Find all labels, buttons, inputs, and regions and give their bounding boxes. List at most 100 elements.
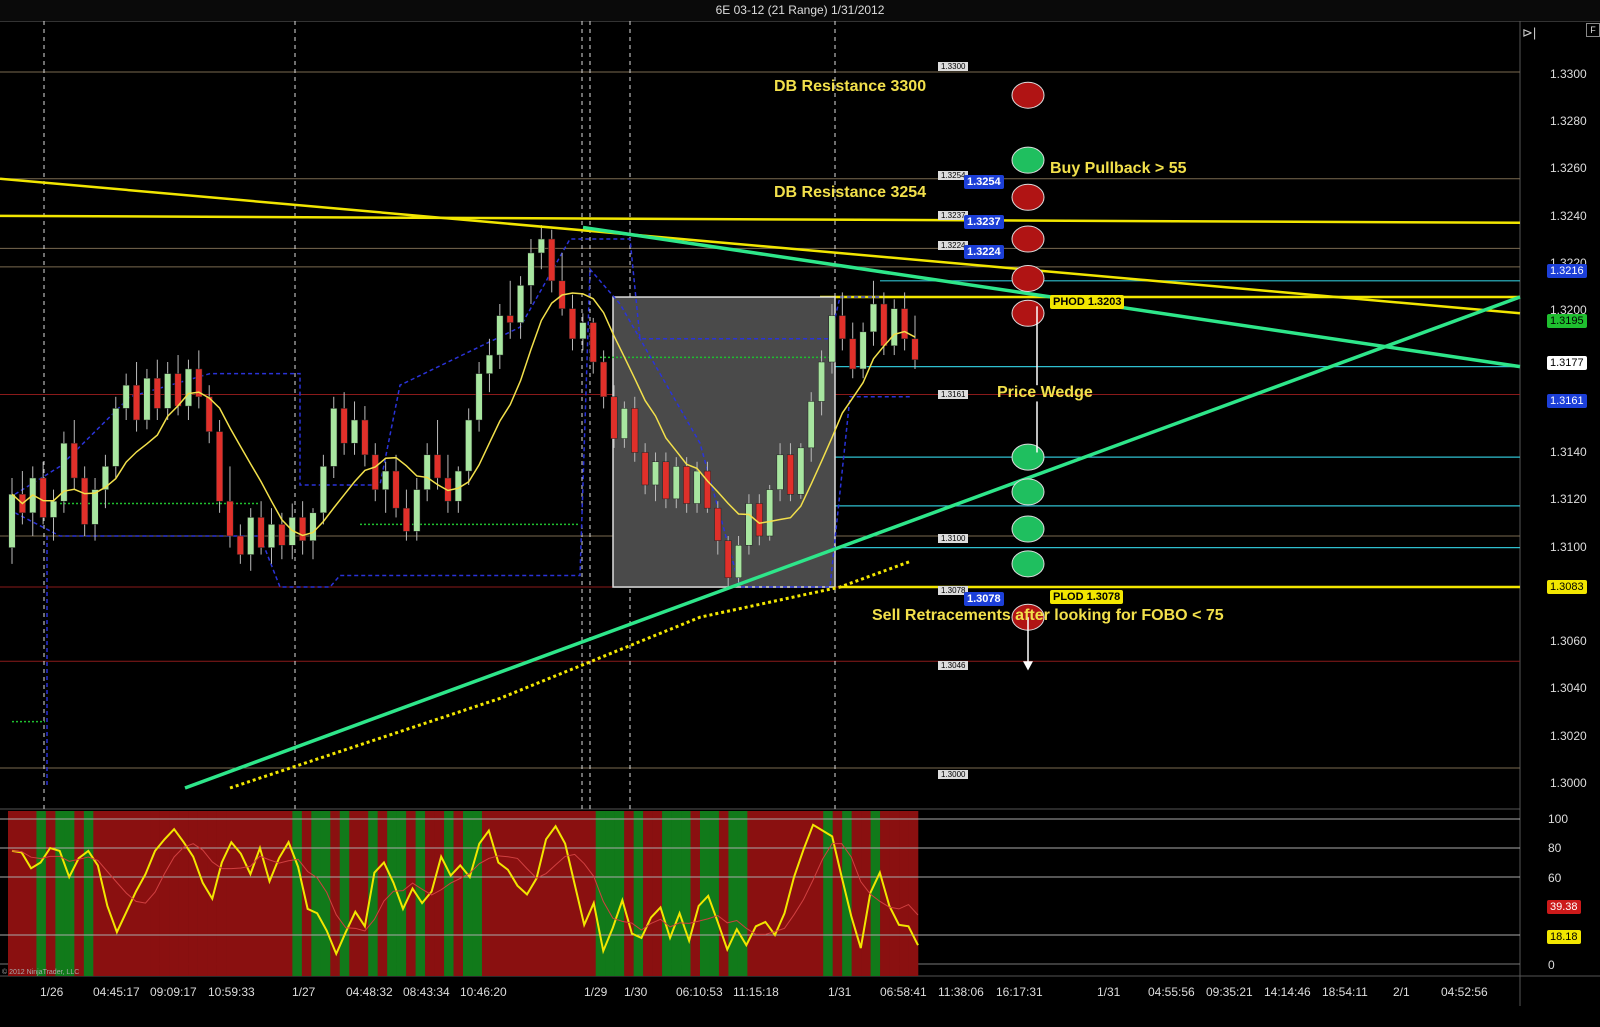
arrow-head xyxy=(1023,661,1033,671)
candle-body xyxy=(735,545,743,579)
scroll-to-end-icon[interactable]: ⊳| xyxy=(1522,25,1536,41)
candle-body xyxy=(184,368,192,407)
histogram-bar xyxy=(643,811,653,976)
histogram-bar xyxy=(908,811,919,976)
histogram-bar xyxy=(662,811,672,976)
candle-body xyxy=(133,384,141,421)
candle-body xyxy=(330,408,338,467)
time-tick: 04:45:17 xyxy=(93,985,140,999)
price-tick: 1.3120 xyxy=(1550,492,1587,506)
candle-body xyxy=(641,452,649,486)
range-box xyxy=(612,296,836,588)
annotation-db-resistance-3300: DB Resistance 3300 xyxy=(774,78,927,95)
time-tick: 1/27 xyxy=(292,985,316,999)
histogram-bar xyxy=(889,811,900,976)
candle-body xyxy=(143,377,151,421)
signal-circle xyxy=(1011,550,1045,578)
candle-body xyxy=(849,338,857,370)
histogram-bar xyxy=(842,811,852,976)
price-flag: 1.3161 xyxy=(1547,394,1587,408)
time-tick: 06:58:41 xyxy=(880,985,927,999)
level-label: 1.3300 xyxy=(938,62,969,71)
histogram-bar xyxy=(8,811,18,976)
histogram-bar xyxy=(197,811,208,976)
level-label: 1.3161 xyxy=(938,390,969,399)
candle-body xyxy=(672,466,680,500)
candle-body xyxy=(766,489,774,537)
price-flag: 1.3083 xyxy=(1547,580,1587,594)
histogram-bar xyxy=(226,811,236,976)
histogram-bar xyxy=(263,811,274,976)
osc-tick: 60 xyxy=(1548,871,1562,885)
histogram-bar xyxy=(510,811,521,976)
histogram-bar xyxy=(368,811,378,976)
price-chart[interactable] xyxy=(0,21,1600,1027)
histogram-bar xyxy=(737,811,748,976)
histogram-bar xyxy=(93,811,104,976)
histogram-bar xyxy=(614,811,625,976)
candle-body xyxy=(703,470,711,509)
histogram-bar xyxy=(557,811,568,976)
histogram-bar xyxy=(17,811,28,976)
blue-level-label: 1.3224 xyxy=(964,245,1004,259)
osc-tick: 0 xyxy=(1548,958,1555,972)
level-label: 1.3000 xyxy=(938,770,969,779)
annotation-db-resistance-3254: DB Resistance 3254 xyxy=(774,184,927,201)
histogram-bar xyxy=(216,811,227,976)
candle-body xyxy=(901,308,909,340)
candle-body xyxy=(537,238,545,254)
consolidation-box xyxy=(612,296,836,588)
candle-body xyxy=(247,517,255,555)
histogram-bar xyxy=(756,811,767,976)
histogram-bar xyxy=(586,811,597,976)
candle-body xyxy=(797,447,805,495)
osc-flag: 39.38 xyxy=(1547,900,1581,914)
candle-body xyxy=(319,466,327,514)
candle-body xyxy=(527,252,535,286)
histogram-bar xyxy=(349,811,360,976)
signal-circle xyxy=(1011,515,1045,543)
price-tick: 1.3280 xyxy=(1550,114,1587,128)
candle-body xyxy=(620,408,628,439)
osc-flag: 18.18 xyxy=(1547,930,1581,944)
histogram-bar xyxy=(36,811,47,976)
blue-level-label: 1.3254 xyxy=(964,175,1004,189)
time-tick: 1/31 xyxy=(1097,985,1121,999)
candle-body xyxy=(517,285,525,323)
candle-body xyxy=(402,507,410,532)
float-panel-button[interactable]: F xyxy=(1586,23,1600,37)
candle-body xyxy=(828,315,836,363)
osc-tick: 100 xyxy=(1548,812,1569,826)
candle-body xyxy=(268,524,275,548)
time-tick: 06:10:53 xyxy=(676,985,723,999)
phod-label: PHOD 1.3203 xyxy=(1050,295,1125,309)
time-tick: 11:15:18 xyxy=(733,985,779,999)
candle-body xyxy=(413,489,421,532)
histogram-bar xyxy=(444,811,454,976)
time-tick: 04:52:56 xyxy=(1441,985,1488,999)
candle-body xyxy=(70,442,78,479)
candle-body xyxy=(631,408,639,453)
time-tick: 1/26 xyxy=(40,985,64,999)
histogram-bar xyxy=(728,811,739,976)
histogram-bar xyxy=(529,811,540,976)
price-tick: 1.3040 xyxy=(1550,681,1587,695)
time-tick: 14:14:46 xyxy=(1264,985,1311,999)
candle-body xyxy=(589,322,597,363)
time-tick: 11:38:06 xyxy=(938,985,984,999)
histogram-bar xyxy=(652,811,663,976)
signal-circle xyxy=(1011,81,1045,109)
candle-body xyxy=(890,308,898,347)
histogram-bar xyxy=(292,811,303,976)
signal-circle xyxy=(1011,478,1045,506)
histogram-bar xyxy=(870,811,881,976)
candle-body xyxy=(724,540,732,579)
candle-body xyxy=(361,419,369,456)
histogram-bar xyxy=(567,811,578,976)
histogram-bar xyxy=(358,811,369,976)
histogram-bar xyxy=(235,811,246,976)
histogram-bar xyxy=(282,811,293,976)
histogram-bar xyxy=(671,811,682,976)
histogram-bar xyxy=(832,811,843,976)
candle-body xyxy=(91,489,99,525)
